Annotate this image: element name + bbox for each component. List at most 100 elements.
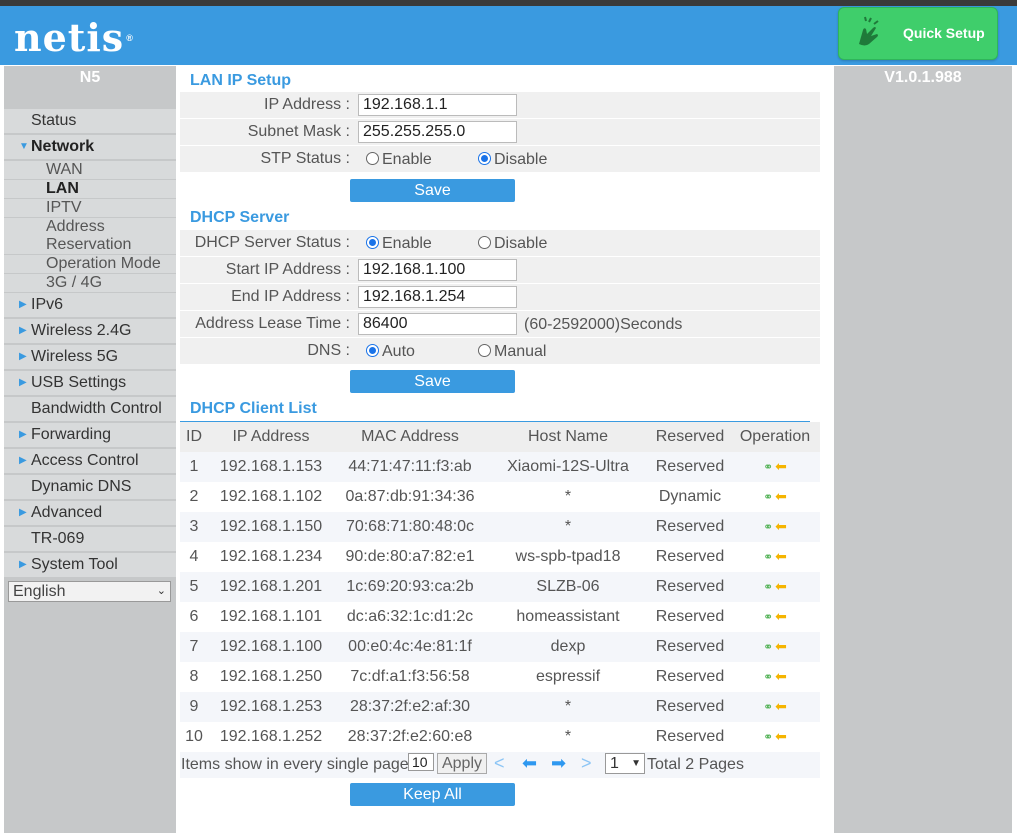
page-size-input[interactable]: 10 — [408, 753, 434, 771]
sidebar-subitem-lan[interactable]: LAN — [4, 180, 176, 198]
dns-auto-radio[interactable]: Auto — [366, 343, 415, 361]
stp-enable-radio[interactable]: Enable — [366, 151, 432, 169]
arrow-left-icon[interactable]: ⬅ — [775, 518, 787, 534]
table-cell: 192.168.1.101 — [208, 602, 334, 632]
sidebar-item-forwarding[interactable]: ▶ Forwarding — [4, 423, 176, 447]
sidebar-item-label: System Tool — [31, 556, 118, 573]
expanded-triangle-icon: ▼ — [19, 141, 29, 152]
next-page-icon[interactable]: > — [581, 753, 592, 774]
table-cell: 192.168.1.150 — [208, 512, 334, 542]
subnet-mask-input[interactable]: 255.255.255.0 — [358, 121, 517, 143]
keep-all-button[interactable]: Keep All — [350, 783, 515, 806]
dns-manual-radio[interactable]: Manual — [478, 343, 546, 361]
radio-off-icon — [366, 152, 379, 165]
lease-time-label: Address Lease Time : — [195, 315, 350, 332]
arrow-left-icon[interactable]: ⬅ — [775, 488, 787, 504]
sidebar-item-status[interactable]: Status — [4, 109, 176, 133]
arrow-left-icon[interactable]: ⬅ — [775, 698, 787, 714]
table-cell: 2 — [180, 482, 208, 512]
arrow-left-icon[interactable]: ⬅ — [775, 668, 787, 684]
dhcp-enable-radio[interactable]: Enable — [366, 235, 432, 253]
table-cell: Dynamic — [650, 482, 730, 512]
sidebar-item-label: Access Control — [31, 452, 139, 469]
table-cell: * — [486, 512, 650, 542]
first-page-icon[interactable]: ⬅ — [522, 753, 537, 774]
page-size-label: Items show in every single page — [181, 756, 409, 773]
link-icon[interactable]: ⚭ — [763, 460, 773, 474]
page-select[interactable]: 1 ▼ — [605, 753, 645, 774]
sidebar-subitem-3g-4g[interactable]: 3G / 4G — [4, 274, 176, 292]
sidebar-item-tr-069[interactable]: TR-069 — [4, 527, 176, 551]
lan-save-button[interactable]: Save — [350, 179, 515, 202]
chevron-down-icon: ⌄ — [156, 585, 166, 597]
arrow-left-icon[interactable]: ⬅ — [775, 728, 787, 744]
table-cell: dc:a6:32:1c:d1:2c — [334, 602, 486, 632]
table-row: 8 192.168.1.250 7c:df:a1:f3:56:58 espressif… — [180, 662, 820, 692]
table-cell: dexp — [486, 632, 650, 662]
dhcp-disable-radio[interactable]: Disable — [478, 235, 547, 253]
total-pages: Total 2 Pages — [647, 756, 744, 773]
link-icon[interactable]: ⚭ — [763, 490, 773, 504]
arrow-left-icon[interactable]: ⬅ — [775, 608, 787, 624]
dhcp-status-row: DHCP Server Status : Enable Disable — [180, 230, 820, 257]
table-row: 3 192.168.1.150 70:68:71:80:48:0c * Reserved… — [180, 512, 820, 542]
sidebar-item-wireless-2-4g[interactable]: ▶ Wireless 2.4G — [4, 319, 176, 343]
stp-disable-radio[interactable]: Disable — [478, 151, 547, 169]
subitem-label: Address Reservation — [46, 218, 132, 253]
sidebar-item-label: IPv6 — [31, 296, 64, 313]
sidebar-item-network[interactable]: ▼ Network — [4, 135, 176, 159]
link-icon[interactable]: ⚭ — [763, 520, 773, 534]
sidebar-item-label: TR-069 — [31, 530, 85, 547]
sidebar-subitem-wan[interactable]: WAN — [4, 161, 176, 179]
table-cell: 44:71:47:11:f3:ab — [334, 452, 486, 482]
table-cell: 4 — [180, 542, 208, 572]
link-icon[interactable]: ⚭ — [763, 640, 773, 654]
sidebar-subitem-operation-mode[interactable]: Operation Mode — [4, 255, 176, 273]
subitem-label: WAN — [46, 161, 83, 178]
sidebar-subitem-iptv[interactable]: IPTV — [4, 199, 176, 217]
arrow-left-icon[interactable]: ⬅ — [775, 638, 787, 654]
link-icon[interactable]: ⚭ — [763, 580, 773, 594]
table-row: 5 192.168.1.201 1c:69:20:93:ca:2b SLZB-06 Re… — [180, 572, 820, 602]
sidebar-item-system-tool[interactable]: ▶ System Tool — [4, 553, 176, 577]
dhcp-section-title: DHCP Server — [190, 209, 290, 226]
arrow-left-icon[interactable]: ⬅ — [775, 548, 787, 564]
table-cell: 28:37:2f:e2:60:e8 — [334, 722, 486, 752]
sidebar-item-bandwidth-control[interactable]: Bandwidth Control — [4, 397, 176, 421]
previous-page-icon[interactable]: < — [494, 753, 505, 774]
sidebar-item-advanced[interactable]: ▶ Advanced — [4, 501, 176, 525]
collapsed-triangle-icon: ▶ — [19, 507, 27, 518]
link-icon[interactable]: ⚭ — [763, 700, 773, 714]
sidebar-item-wireless-5g[interactable]: ▶ Wireless 5G — [4, 345, 176, 369]
start-ip-input[interactable]: 192.168.1.100 — [358, 259, 517, 281]
sidebar-item-dynamic-dns[interactable]: Dynamic DNS — [4, 475, 176, 499]
subitem-label: Operation Mode — [46, 255, 161, 272]
quick-setup-button[interactable]: Quick Setup — [838, 7, 998, 60]
operation-cell: ⚭ ⬅ — [730, 572, 820, 602]
sidebar-item-usb-settings[interactable]: ▶ USB Settings — [4, 371, 176, 395]
sidebar-subitem-address-reservation[interactable]: Address Reservation — [4, 218, 176, 254]
link-icon[interactable]: ⚭ — [763, 730, 773, 744]
lease-time-input[interactable]: 86400 — [358, 313, 517, 335]
apply-button[interactable]: Apply — [437, 753, 487, 774]
link-icon[interactable]: ⚭ — [763, 670, 773, 684]
table-cell: 7 — [180, 632, 208, 662]
arrow-left-icon[interactable]: ⬅ — [775, 578, 787, 594]
end-ip-input[interactable]: 192.168.1.254 — [358, 286, 517, 308]
table-cell: Reserved — [650, 662, 730, 692]
arrow-left-icon[interactable]: ⬅ — [775, 458, 787, 474]
dhcp-status-label: DHCP Server Status : — [194, 234, 350, 251]
column-header-ip: IP Address — [208, 422, 334, 452]
client-list-title: DHCP Client List — [190, 400, 317, 417]
link-icon[interactable]: ⚭ — [763, 550, 773, 564]
dhcp-save-button[interactable]: Save — [350, 370, 515, 393]
sidebar-item-ipv6[interactable]: ▶ IPv6 — [4, 293, 176, 317]
link-icon[interactable]: ⚭ — [763, 610, 773, 624]
page-select-value: 1 — [610, 755, 619, 772]
sidebar-item-access-control[interactable]: ▶ Access Control — [4, 449, 176, 473]
language-select[interactable]: English ⌄ — [8, 581, 171, 602]
ip-address-input[interactable]: 192.168.1.1 — [358, 94, 517, 116]
netis-logo: netis ® — [14, 18, 134, 58]
table-cell: 192.168.1.250 — [208, 662, 334, 692]
last-page-icon[interactable]: ➡ — [551, 753, 566, 774]
